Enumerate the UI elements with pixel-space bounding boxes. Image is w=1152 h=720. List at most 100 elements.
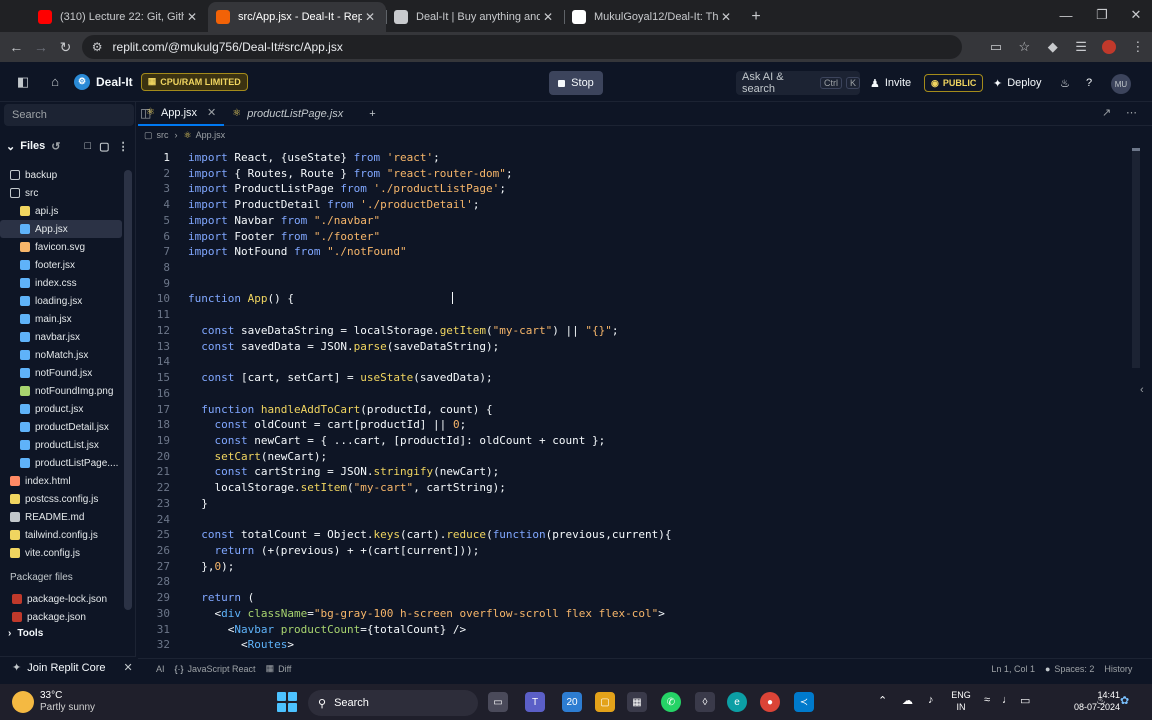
bookmark-star-icon[interactable]: ☆ — [1010, 34, 1038, 60]
tools-section[interactable]: › Tools — [8, 628, 43, 639]
browser-tab[interactable]: MukulGoyal12/Deal-It: This is a ✕ — [564, 2, 742, 32]
file-item[interactable]: productList.jsx — [0, 436, 122, 454]
maximize-icon[interactable]: ❐ — [1084, 0, 1120, 30]
folder-item[interactable]: src — [0, 184, 122, 202]
new-file-icon[interactable]: □ — [85, 140, 92, 152]
sidebar-scrollbar[interactable] — [124, 170, 132, 610]
file-item[interactable]: tailwind.config.js — [0, 526, 122, 544]
input-language[interactable]: ENG IN — [946, 689, 976, 713]
weather-widget[interactable]: 33°C Partly sunny — [12, 690, 95, 714]
file-explorer-icon[interactable]: ▢ — [595, 692, 615, 712]
ai-status[interactable]: AI — [156, 664, 165, 674]
history-icon[interactable]: ↺ — [51, 140, 60, 153]
system-clock[interactable]: 14:41 08-07-2024 — [1060, 689, 1120, 713]
add-tab-icon[interactable]: + — [361, 102, 383, 126]
file-item[interactable]: package.json — [0, 608, 122, 626]
file-item[interactable]: notFoundImg.png — [0, 382, 122, 400]
menu-dots-icon[interactable]: ⋮ — [1124, 34, 1152, 60]
code-editor[interactable]: 1 import React, {useState} from 'react'; 2… — [138, 148, 1134, 656]
file-item[interactable]: main.jsx — [0, 310, 122, 328]
home-icon[interactable]: ⌂ — [42, 69, 68, 95]
taskbar-search[interactable]: ⚲ Search — [308, 690, 478, 716]
minimize-icon[interactable]: — — [1048, 0, 1084, 30]
avatar[interactable]: MU — [1111, 74, 1131, 94]
volume-icon[interactable]: ♩ — [1002, 694, 1013, 706]
file-item[interactable]: footer.jsx — [0, 256, 122, 274]
cursor-position[interactable]: Ln 1, Col 1 — [991, 664, 1035, 674]
file-item[interactable]: App.jsx — [0, 220, 122, 238]
cpu-limited-badge[interactable]: ▦ CPU/RAM LIMITED — [140, 72, 248, 91]
file-item[interactable]: noMatch.jsx — [0, 346, 122, 364]
extensions-icon[interactable]: ◆ — [1039, 34, 1067, 60]
help-icon[interactable]: ? — [1086, 71, 1100, 95]
files-menu-icon[interactable]: ⋮ — [118, 140, 129, 153]
editor-tab[interactable]: ⚛ productListPage.jsx — [224, 102, 351, 126]
widgets-icon[interactable]: 20 — [562, 692, 582, 712]
cloud-icon[interactable]: ☁ — [902, 694, 913, 707]
cast-icon[interactable]: ▭ — [982, 34, 1010, 60]
chevron-down-icon[interactable]: ⌄ — [6, 140, 15, 153]
new-folder-icon[interactable]: ▢ — [99, 140, 109, 153]
browser-tab[interactable]: src/App.jsx - Deal-It - Replit ✕ — [208, 2, 386, 32]
file-item[interactable]: index.css — [0, 274, 122, 292]
close-icon[interactable]: ✕ — [123, 661, 132, 674]
vscode-insiders-icon[interactable]: ◊ — [695, 692, 715, 712]
url-bar[interactable]: ⚙ replit.com/@mukulg756/Deal-It#src/App.… — [81, 35, 962, 59]
site-settings-icon[interactable]: ⚙ — [92, 40, 103, 54]
editor-menu-icon[interactable]: ⋯ — [1126, 106, 1137, 119]
chrome-icon[interactable]: ● — [760, 692, 780, 712]
profile-icon[interactable] — [1095, 34, 1123, 60]
battery-icon[interactable]: ▭ — [1020, 694, 1030, 707]
file-item[interactable]: product.jsx — [0, 400, 122, 418]
file-item[interactable]: productDetail.jsx — [0, 418, 122, 436]
close-tab-icon[interactable]: ✕ — [362, 10, 378, 24]
breadcrumb-src[interactable]: src — [157, 130, 169, 140]
vscode-icon[interactable]: ≺ — [794, 692, 814, 712]
breadcrumb-file[interactable]: App.jsx — [196, 130, 226, 140]
whatsapp-icon[interactable]: ✆ — [661, 692, 681, 712]
file-item[interactable]: favicon.svg — [0, 238, 122, 256]
copilot-icon[interactable]: ✿ — [1120, 694, 1129, 707]
file-item[interactable]: index.html — [0, 472, 122, 490]
public-badge[interactable]: ◉ PUBLIC — [924, 74, 984, 92]
indent-setting[interactable]: Spaces: 2 — [1054, 664, 1094, 674]
history-button[interactable]: History — [1104, 664, 1132, 674]
teams-icon[interactable]: T — [525, 692, 545, 712]
close-tab-icon[interactable]: ✕ — [718, 10, 734, 24]
file-item[interactable]: api.js — [0, 202, 122, 220]
sidebar-search-input[interactable]: Search — [4, 104, 134, 126]
join-replit-core[interactable]: ✦ Join Replit Core ✕ — [0, 656, 136, 678]
file-item[interactable]: vite.config.js — [0, 544, 122, 562]
new-tab-button[interactable]: + — [742, 2, 770, 32]
wifi-icon[interactable]: ≈ — [984, 694, 990, 706]
file-item[interactable]: postcss.config.js — [0, 490, 122, 508]
close-tab-icon[interactable]: ✕ — [207, 106, 216, 119]
media-icon[interactable]: ☰ — [1067, 34, 1095, 60]
language-mode[interactable]: JavaScript React — [188, 664, 256, 674]
file-item[interactable]: productListPage.... — [0, 454, 122, 472]
expand-icon[interactable]: ↗ — [1102, 106, 1111, 119]
file-item[interactable]: notFound.jsx — [0, 364, 122, 382]
sidebar-toggle-icon[interactable]: ◧ — [10, 69, 36, 95]
invite-button[interactable]: ♟ Invite — [870, 71, 911, 95]
chevron-left-icon[interactable]: ‹ — [1140, 384, 1144, 396]
windows-start-icon[interactable] — [277, 692, 297, 712]
editor-scrollbar[interactable] — [1132, 148, 1140, 368]
folder-item[interactable]: backup — [0, 166, 122, 184]
file-item[interactable]: navbar.jsx — [0, 328, 122, 346]
stop-button[interactable]: Stop — [549, 71, 603, 95]
reload-icon[interactable]: ↻ — [53, 34, 78, 60]
back-icon[interactable]: ← — [4, 34, 29, 60]
file-item[interactable]: package-lock.json — [0, 590, 122, 608]
file-item[interactable]: README.md — [0, 508, 122, 526]
browser-tab[interactable]: Deal-It | Buy anything and get ✕ — [386, 2, 564, 32]
project-name[interactable]: ⚙ Deal-It — [74, 73, 133, 90]
close-window-icon[interactable]: ✕ — [1118, 0, 1152, 30]
browser-tab[interactable]: (310) Lecture 22: Git, Github & ✕ — [30, 2, 208, 32]
editor-tab[interactable]: ⚛ App.jsx ✕ — [138, 102, 225, 126]
task-view-icon[interactable]: ▭ — [488, 692, 508, 712]
ask-ai-search[interactable]: Ask AI & search Ctrl K — [736, 71, 860, 95]
forward-icon[interactable]: → — [29, 34, 54, 60]
store-icon[interactable]: ▦ — [627, 692, 647, 712]
tray-chevron-icon[interactable]: ⌃ — [878, 694, 887, 707]
